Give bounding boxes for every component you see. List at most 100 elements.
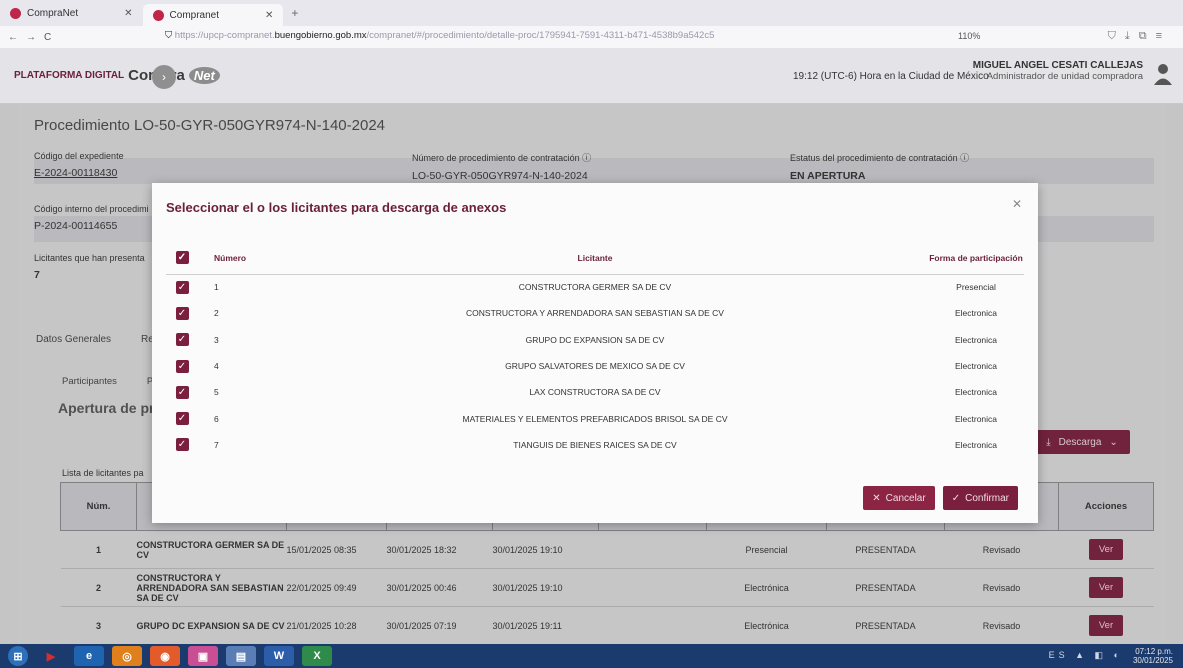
checkbox-cell: ✓ xyxy=(166,379,198,405)
column-header-forma: Forma de participación xyxy=(928,242,1024,275)
cell-licitante: CONSTRUCTORA Y ARRENDADORA SAN SEBASTIAN… xyxy=(466,308,724,319)
cell-forma: Electronica xyxy=(954,308,998,319)
checkbox-cell: ✓ xyxy=(166,405,198,431)
cell-numero: 2 xyxy=(214,308,219,319)
row-checkbox[interactable]: ✓ xyxy=(175,333,189,347)
clock-text: 19:12 (UTC-6) Hora en la Ciudad de Méxic… xyxy=(793,71,989,82)
cell-licitante: GRUPO SALVATORES DE MEXICO SA DE CV xyxy=(505,361,685,372)
cell-licitante: GRUPO DC EXPANSION SA DE CV xyxy=(525,334,665,345)
cell-numero: 3 xyxy=(214,334,219,345)
cell-forma: Electronica xyxy=(954,413,998,424)
close-tab-icon[interactable]: ✕ xyxy=(265,10,273,21)
url-domain: buengobierno.gob.mx xyxy=(274,30,367,41)
compranet-favicon-icon xyxy=(10,7,21,19)
excel-icon[interactable]: X xyxy=(302,646,332,666)
cell-forma: Electronica xyxy=(954,439,998,450)
folder-icon[interactable]: ▤ xyxy=(226,646,256,666)
confirm-button[interactable]: ✓ Confirmar xyxy=(942,486,1018,510)
cell-numero: 4 xyxy=(214,361,219,372)
bidders-select-table: ✓ Número Licitante Forma de participació… xyxy=(166,242,1024,458)
tray-icons[interactable]: ES ▲ ◧ ◐ xyxy=(1049,650,1123,661)
bidder-row: ✓ 6 MATERIALES Y ELEMENTOS PREFABRICADOS… xyxy=(166,405,1024,431)
user-avatar-icon[interactable] xyxy=(1153,62,1173,86)
cancel-button[interactable]: ✕ Cancelar xyxy=(863,486,935,510)
compranet-favicon-icon xyxy=(152,9,164,21)
row-checkbox[interactable]: ✓ xyxy=(175,438,189,452)
shield-icon: ⛉ xyxy=(165,30,173,41)
select-bidders-modal: Seleccionar el o los licitantes para des… xyxy=(152,183,1038,523)
cell-numero: 7 xyxy=(214,439,219,450)
checkbox-cell: ✓ xyxy=(166,353,198,379)
bidder-row: ✓ 4 GRUPO SALVATORES DE MEXICO SA DE CV … xyxy=(166,353,1024,379)
cell-numero: 6 xyxy=(214,413,219,424)
user-info: MIGUEL ANGEL CESATI CALLEJAS Administrad… xyxy=(973,60,1143,82)
modal-actions: ✕ Cancelar ✓ Confirmar xyxy=(863,486,1018,510)
logo-prefix: PLATAFORMA DIGITAL xyxy=(14,70,125,81)
browser-tab-2[interactable]: Compranet ✕ xyxy=(142,4,284,26)
firefox-icon[interactable]: ◉ xyxy=(150,646,180,666)
select-all-checkbox[interactable]: ✓ xyxy=(175,251,189,265)
cell-numero: 5 xyxy=(214,387,219,398)
checkbox-cell: ✓ xyxy=(166,327,198,353)
row-checkbox[interactable]: ✓ xyxy=(175,306,189,320)
back-forward-reload-icons[interactable]: ←→C xyxy=(0,32,60,43)
row-checkbox[interactable]: ✓ xyxy=(175,359,189,373)
row-checkbox[interactable]: ✓ xyxy=(175,280,189,294)
cancel-label: Cancelar xyxy=(885,492,926,504)
logo-net: Net xyxy=(188,67,220,84)
cell-numero: 1 xyxy=(214,282,219,293)
url-prefix: https://upcp-compranet. xyxy=(174,30,275,41)
user-name: MIGUEL ANGEL CESATI CALLEJAS xyxy=(972,60,1143,71)
browser-toolbar-icons[interactable]: ⛉⤓⧉≡ xyxy=(1108,30,1171,43)
browser-tab-1[interactable]: CompraNet ✕ xyxy=(0,2,143,24)
modal-header-row: ✓ Número Licitante Forma de participació… xyxy=(166,242,1024,275)
row-checkbox[interactable]: ✓ xyxy=(175,385,189,399)
bidder-row: ✓ 7 TIANGUIS DE BIENES RAICES SA DE CV E… xyxy=(166,432,1024,458)
url-field[interactable]: ⛉ https://upcp-compranet.buengobierno.go… xyxy=(165,30,714,41)
checkbox-cell: ✓ xyxy=(166,432,198,458)
checkbox-cell: ✓ xyxy=(166,274,198,300)
tray-date: 30/01/2025 xyxy=(1132,656,1173,665)
bidder-row: ✓ 1 CONSTRUCTORA GERMER SA DE CV Presenc… xyxy=(166,274,1024,300)
cell-forma: Electronica xyxy=(954,334,998,345)
media-player-icon[interactable]: ▶ xyxy=(36,646,66,666)
bidder-row: ✓ 5 LAX CONSTRUCTORA SA DE CV Electronic… xyxy=(166,379,1024,405)
confirm-label: Confirmar xyxy=(965,492,1009,504)
close-tab-icon[interactable]: ✕ xyxy=(124,8,132,19)
column-header-licitante: Licitante xyxy=(262,242,928,275)
compranet-logo[interactable]: PLATAFORMA DIGITAL Compra Net xyxy=(14,67,220,84)
menu-arrow-button[interactable]: › xyxy=(152,65,176,89)
column-header-numero: Número xyxy=(198,242,262,275)
new-tab-icon[interactable]: + xyxy=(283,6,306,20)
checkbox-cell: ✓ xyxy=(166,300,198,326)
cell-licitante: TIANGUIS DE BIENES RAICES SA DE CV xyxy=(513,439,677,450)
cell-forma: Electronica xyxy=(954,361,998,372)
start-icon[interactable]: ⊞ xyxy=(8,646,28,666)
image-viewer-icon[interactable]: ▣ xyxy=(188,646,218,666)
browser-tab-label: Compranet xyxy=(169,9,219,21)
close-icon: ✕ xyxy=(872,492,881,504)
browser-tab-label: CompraNet xyxy=(27,7,79,19)
user-role: Administrador de unidad compradora xyxy=(986,71,1143,82)
cell-forma: Electronica xyxy=(954,387,998,398)
row-checkbox[interactable]: ✓ xyxy=(175,412,189,426)
cell-licitante: MATERIALES Y ELEMENTOS PREFABRICADOS BRI… xyxy=(462,413,728,424)
bidder-row: ✓ 3 GRUPO DC EXPANSION SA DE CV Electron… xyxy=(166,327,1024,353)
select-all-cell: ✓ xyxy=(166,242,198,275)
tray-time: 07:12 p.m. xyxy=(1135,647,1173,656)
address-bar: ←→C ⛉ https://upcp-compranet.buengobiern… xyxy=(0,26,1183,48)
bidder-row: ✓ 2 CONSTRUCTORA Y ARRENDADORA SAN SEBAS… xyxy=(166,300,1024,326)
chrome-icon[interactable]: ◎ xyxy=(112,646,142,666)
browser-tabbar: CompraNet ✕ Compranet ✕ + xyxy=(0,0,1183,26)
check-icon: ✓ xyxy=(951,492,961,504)
close-icon[interactable]: ✕ xyxy=(1012,197,1022,211)
zoom-level[interactable]: 110% xyxy=(958,31,980,41)
cell-licitante: CONSTRUCTORA GERMER SA DE CV xyxy=(518,282,672,293)
cell-forma: Presencial xyxy=(956,282,996,293)
ie-browser-icon[interactable]: e xyxy=(74,646,104,666)
word-icon[interactable]: W xyxy=(264,646,294,666)
system-clock[interactable]: 07:12 p.m. 30/01/2025 xyxy=(1133,647,1173,665)
url-suffix: /compranet/#/procedimiento/detalle-proc/… xyxy=(366,30,715,41)
cell-licitante: LAX CONSTRUCTORA SA DE CV xyxy=(529,387,661,398)
os-taskbar: ⊞ ▶ e ◎ ◉ ▣ ▤ W X ES ▲ ◧ ◐ 07:12 p.m. 30… xyxy=(0,644,1183,668)
